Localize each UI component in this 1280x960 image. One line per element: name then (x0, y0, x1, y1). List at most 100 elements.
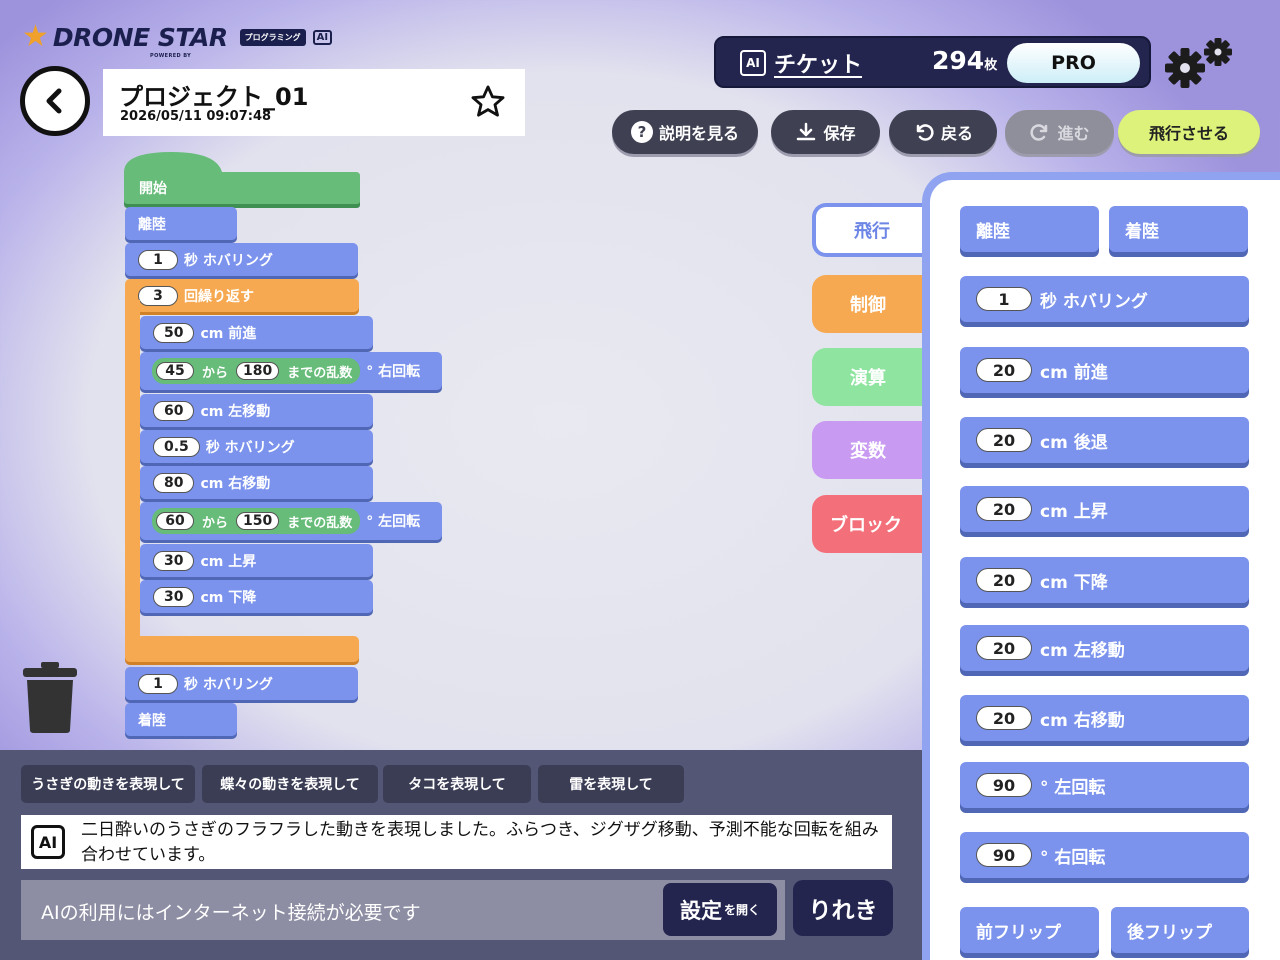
palette-flip-forward-block[interactable]: 前フリップ (960, 907, 1099, 953)
move-up-block[interactable]: 30 cm 上昇 (140, 544, 373, 577)
random-block[interactable]: 45 から 180 までの乱数 (152, 358, 361, 384)
move-left-block[interactable]: 60 cm 左移動 (140, 394, 373, 427)
value-input[interactable]: 20 (976, 428, 1032, 452)
trash-icon[interactable] (22, 660, 78, 734)
chevron-left-icon (46, 88, 62, 114)
ai-suggestion-rabbit[interactable]: うさぎの動きを表現して (21, 765, 195, 803)
history-button[interactable]: りれき (793, 880, 893, 936)
palette-flip-back-block[interactable]: 後フリップ (1111, 907, 1249, 953)
palette-back-block[interactable]: 20 cm 後退 (960, 417, 1249, 463)
block-label: cm 下降 (1040, 572, 1108, 593)
palette-right-block[interactable]: 20 cm 右移動 (960, 695, 1249, 741)
redo-button[interactable]: 進む (1005, 110, 1114, 154)
ai-suggestion-butterfly[interactable]: 蝶々の動きを表現して (202, 765, 378, 803)
ai-message-text: 二日酔いのうさぎのフラフラした動きを表現しました。ふらつき、ジグザグ移動、予測不… (81, 820, 879, 865)
palette-up-block[interactable]: 20 cm 上昇 (960, 486, 1249, 532)
start-label: 開始 (139, 181, 167, 197)
ai-icon: AI (740, 50, 766, 76)
undo-label: 戻る (940, 124, 973, 143)
undo-icon (916, 124, 934, 141)
block-label: 離陸 (138, 216, 166, 233)
repeat-block-side (125, 300, 140, 660)
value-input[interactable]: 20 (976, 636, 1032, 660)
gear-icon[interactable] (1163, 36, 1239, 90)
logo-powered: POWERED BY (150, 53, 192, 59)
repeat-block[interactable]: 3 回繰り返す (125, 279, 359, 312)
ticket-link[interactable]: AI チケット (740, 47, 862, 79)
pro-button[interactable]: PRO (1007, 43, 1140, 83)
category-tab-blocks[interactable]: ブロック (812, 495, 924, 553)
palette-left-block[interactable]: 20 cm 左移動 (960, 625, 1249, 671)
hover-seconds-input[interactable]: 0.5 (153, 436, 200, 457)
open-settings-button[interactable]: 設定 を開く (663, 883, 777, 936)
ai-suggestion-octopus[interactable]: タコを表現して (383, 765, 531, 803)
hover-block[interactable]: 1 秒 ホバリング (125, 667, 358, 700)
value-input[interactable]: 1 (976, 287, 1032, 311)
palette-land-block[interactable]: 着陸 (1109, 206, 1248, 252)
random-block[interactable]: 60 から 150 までの乱数 (152, 508, 361, 534)
rotate-right-block[interactable]: 45 から 180 までの乱数 ° 右回転 (140, 352, 442, 390)
hover-seconds-input[interactable]: 1 (138, 673, 178, 694)
value-input[interactable]: 20 (976, 358, 1032, 382)
value-input[interactable]: 20 (976, 568, 1032, 592)
takeoff-block[interactable]: 離陸 (125, 207, 237, 240)
value-input[interactable]: 20 (976, 706, 1032, 730)
ai-prompt-input[interactable]: AIの利用にはインターネット接続が必要です 設定 を開く (21, 880, 785, 940)
palette-hover-block[interactable]: 1 秒 ホバリング (960, 276, 1249, 322)
save-label: 保存 (823, 124, 856, 143)
undo-button[interactable]: 戻る (889, 110, 997, 154)
help-button[interactable]: ? 説明を見る (612, 110, 758, 154)
palette-rotate-left-block[interactable]: 90 ° 左回転 (960, 762, 1249, 808)
block-label: 着陸 (1125, 221, 1159, 242)
favorite-star-icon[interactable] (469, 83, 507, 121)
palette-rotate-right-block[interactable]: 90 ° 右回転 (960, 832, 1249, 878)
ticket-count-value: 294 (932, 46, 985, 75)
land-block[interactable]: 着陸 (125, 703, 237, 736)
category-tab-control[interactable]: 制御 (812, 275, 924, 333)
random-from-input[interactable]: 45 (156, 362, 194, 380)
move-right-block[interactable]: 80 cm 右移動 (140, 466, 373, 499)
block-label: 着陸 (138, 712, 166, 729)
block-label: 秒 ホバリング (205, 439, 295, 456)
repeat-count-input[interactable]: 3 (138, 285, 178, 306)
distance-input[interactable]: 30 (153, 550, 195, 571)
ai-suggestion-thunder[interactable]: 雷を表現して (538, 765, 684, 803)
distance-input[interactable]: 60 (153, 400, 195, 421)
block-label: cm 後退 (1040, 432, 1108, 453)
palette-forward-block[interactable]: 20 cm 前進 (960, 347, 1249, 393)
block-label: cm 左移動 (200, 403, 271, 420)
value-input[interactable]: 90 (976, 773, 1032, 797)
ticket-unit: 枚 (984, 58, 998, 73)
category-tab-variables[interactable]: 変数 (812, 421, 924, 479)
random-from-input[interactable]: 60 (156, 512, 194, 530)
forward-block[interactable]: 50 cm 前進 (140, 316, 373, 349)
palette-down-block[interactable]: 20 cm 下降 (960, 557, 1249, 603)
distance-input[interactable]: 50 (153, 322, 195, 343)
save-button[interactable]: 保存 (771, 110, 880, 154)
hover-block[interactable]: 1 秒 ホバリング (125, 243, 358, 276)
value-input[interactable]: 90 (976, 843, 1032, 867)
star-logo-icon: ★ (22, 19, 49, 54)
back-button[interactable] (20, 66, 90, 136)
hover-block[interactable]: 0.5 秒 ホバリング (140, 430, 373, 463)
value-input[interactable]: 20 (976, 497, 1032, 521)
ticket-label: チケット (774, 53, 863, 78)
app-logo: ★ DRONE STAR プログラミング AI POWERED BY (22, 19, 333, 59)
block-label: cm 右移動 (200, 475, 271, 492)
hover-seconds-input[interactable]: 1 (138, 249, 178, 270)
distance-input[interactable]: 30 (153, 586, 195, 607)
distance-input[interactable]: 80 (153, 472, 195, 493)
ai-message: AI 二日酔いのうさぎのフラフラした動きを表現しました。ふらつき、ジグザグ移動、… (21, 815, 892, 869)
help-label: 説明を見る (658, 124, 739, 143)
fly-button[interactable]: 飛行させる (1118, 110, 1260, 154)
random-to-input[interactable]: 150 (236, 512, 280, 530)
category-tab-flight[interactable]: 飛行 (812, 203, 924, 257)
rotate-left-block[interactable]: 60 から 150 までの乱数 ° 左回転 (140, 502, 442, 540)
move-down-block[interactable]: 30 cm 下降 (140, 580, 373, 613)
block-label: cm 右移動 (1040, 710, 1125, 731)
logo-text: DRONE STAR (52, 22, 228, 52)
palette-takeoff-block[interactable]: 離陸 (960, 206, 1099, 252)
block-label: 秒 ホバリング (1040, 291, 1148, 312)
category-tab-math[interactable]: 演算 (812, 348, 924, 406)
random-to-input[interactable]: 180 (236, 362, 280, 380)
